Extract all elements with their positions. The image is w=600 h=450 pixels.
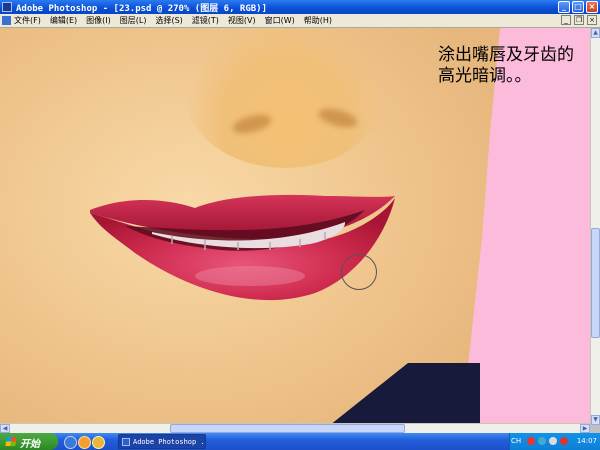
scroll-down-icon[interactable]: ▼ xyxy=(591,415,600,425)
start-label: 开始 xyxy=(20,439,40,450)
clock[interactable]: 14:07 xyxy=(577,437,597,445)
menu-file[interactable]: 文件(F) xyxy=(14,15,41,26)
media-player-icon[interactable] xyxy=(92,436,105,449)
horizontal-scrollbar[interactable]: ◀ ▶ xyxy=(0,423,590,433)
menu-select[interactable]: 选择(S) xyxy=(155,15,182,26)
taskbar: 开始 Adobe Photoshop ... CH 14:07 xyxy=(0,433,600,450)
task-label: Adobe Photoshop ... xyxy=(133,438,206,446)
menu-layer[interactable]: 图层(L) xyxy=(120,15,147,26)
window-title: Adobe Photoshop - [23.psd @ 270% (图层 6, … xyxy=(16,4,267,14)
vertical-scroll-thumb[interactable] xyxy=(591,228,600,338)
scroll-left-icon[interactable]: ◀ xyxy=(0,424,10,433)
start-button[interactable]: 开始 xyxy=(0,433,58,450)
tray-network-icon[interactable] xyxy=(538,437,546,445)
document-close-button[interactable]: × xyxy=(587,15,597,25)
menu-image[interactable]: 图像(I) xyxy=(86,15,111,26)
tray-volume-icon[interactable] xyxy=(549,437,557,445)
brush-cursor xyxy=(341,254,377,290)
document-minimize-button[interactable]: _ xyxy=(561,15,571,25)
document-canvas[interactable]: 涂出嘴唇及牙齿的高光暗调。。 xyxy=(0,28,590,425)
system-tray: CH 14:07 xyxy=(509,433,600,450)
show-desktop-icon[interactable] xyxy=(64,436,77,449)
title-bar[interactable]: Adobe Photoshop - [23.psd @ 270% (图层 6, … xyxy=(0,0,600,14)
scroll-up-icon[interactable]: ▲ xyxy=(591,28,600,38)
menu-edit[interactable]: 编辑(E) xyxy=(50,15,77,26)
photoshop-task-icon xyxy=(122,438,130,446)
windows-logo-icon xyxy=(5,437,17,446)
document-restore-button[interactable]: ❐ xyxy=(574,15,584,25)
nose-shading xyxy=(185,28,385,168)
taskbar-photoshop-button[interactable]: Adobe Photoshop ... xyxy=(118,434,206,449)
scroll-right-icon[interactable]: ▶ xyxy=(580,424,590,433)
menu-filter[interactable]: 滤镜(T) xyxy=(192,15,219,26)
menu-bar: 文件(F) 编辑(E) 图像(I) 图层(L) 选择(S) 滤镜(T) 视图(V… xyxy=(0,14,600,28)
menu-help[interactable]: 帮助(H) xyxy=(304,15,332,26)
close-button[interactable]: × xyxy=(586,1,598,13)
browser-icon[interactable] xyxy=(78,436,91,449)
tray-shield-icon[interactable] xyxy=(527,437,535,445)
teeth xyxy=(152,222,346,250)
document-icon[interactable] xyxy=(2,16,11,25)
annotation-text: 涂出嘴唇及牙齿的高光暗调。。 xyxy=(438,45,574,86)
tray-alert-icon[interactable] xyxy=(560,437,568,445)
menu-window[interactable]: 窗口(W) xyxy=(265,15,295,26)
horizontal-scroll-thumb[interactable] xyxy=(170,424,405,433)
menu-view[interactable]: 视图(V) xyxy=(228,15,256,26)
photoshop-app-icon[interactable] xyxy=(2,2,12,12)
vertical-scrollbar[interactable]: ▲ ▼ xyxy=(590,28,600,425)
dark-clothing xyxy=(320,363,480,425)
minimize-button[interactable]: _ xyxy=(558,1,570,13)
maximize-button[interactable]: □ xyxy=(572,1,584,13)
ime-indicator[interactable]: CH xyxy=(511,437,521,445)
